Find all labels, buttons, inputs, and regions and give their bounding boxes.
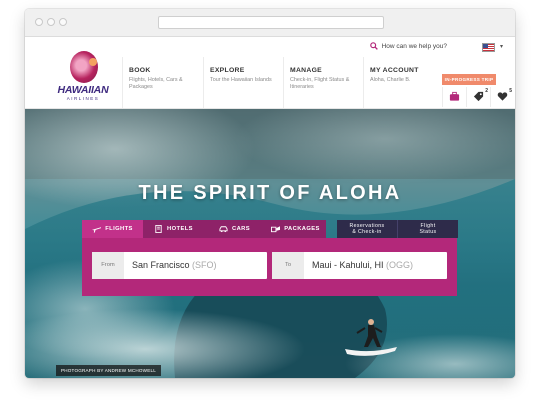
hawaiian-airlines-logo[interactable]: HAWAIIAN AIRLINES <box>43 50 123 106</box>
nav-item-explore[interactable]: EXPLORE Tour the Hawaiian Islands <box>203 57 283 108</box>
trips-button[interactable] <box>442 87 466 107</box>
from-code: (SFO) <box>192 260 217 270</box>
address-bar[interactable] <box>158 16 384 29</box>
deals-count: 2 <box>485 88 488 94</box>
tab-packages[interactable]: PACKAGES <box>265 220 326 238</box>
tab-label-line2: & Check-in <box>352 229 382 235</box>
car-icon <box>219 226 228 233</box>
nav-item-my-account[interactable]: MY ACCOUNT Aloha, Charlie B. <box>363 57 442 108</box>
nav-heading: MY ACCOUNT <box>370 67 419 74</box>
window-maximize-dot[interactable] <box>59 18 67 26</box>
tab-cars[interactable]: CARS <box>204 220 265 238</box>
heart-icon <box>497 92 508 101</box>
browser-chrome <box>25 9 515 37</box>
tab-label-line2: Status <box>419 229 437 235</box>
nav-subtext: Tour the Hawaiian Islands <box>210 77 272 83</box>
nav-heading: EXPLORE <box>210 67 245 74</box>
tab-label: FLIGHTS <box>105 226 133 232</box>
tab-label: CARS <box>231 226 251 232</box>
pualani-logo-icon <box>70 51 98 83</box>
in-progress-trip-button[interactable]: IN-PROGRESS TRIP <box>442 74 496 85</box>
nav-item-book[interactable]: BOOK Flights, Hotels, Cars & Packages <box>122 57 203 108</box>
tab-flight-status[interactable]: Flight Status <box>398 220 458 238</box>
help-link[interactable]: How can we help you? <box>369 42 447 50</box>
hotel-icon <box>155 225 162 233</box>
hero-section: THE SPIRIT OF ALOHA FLIGHTS HOTELS CARS … <box>25 109 515 378</box>
logo-wordmark: HAWAIIAN <box>57 84 109 96</box>
favorites-button[interactable]: 5 <box>490 87 514 107</box>
logo-subtitle: AIRLINES <box>66 96 100 101</box>
chevron-down-icon[interactable]: ▾ <box>500 43 503 50</box>
main-nav: HAWAIIAN AIRLINES BOOK Flights, Hotels, … <box>25 51 515 109</box>
tab-hotels[interactable]: HOTELS <box>143 220 204 238</box>
from-field[interactable]: From San Francisco (SFO) <box>92 252 267 279</box>
to-field[interactable]: To Maui - Kahului, HI (OGG) <box>272 252 447 279</box>
deals-button[interactable]: 2 <box>466 87 490 107</box>
tab-label: PACKAGES <box>284 226 320 232</box>
briefcase-icon <box>449 91 460 101</box>
window-close-dot[interactable] <box>35 18 43 26</box>
nav-heading: MANAGE <box>290 67 323 74</box>
flight-search-panel: From San Francisco (SFO) To Maui - Kahul… <box>82 238 457 296</box>
from-value: San Francisco (SFO) <box>132 252 217 279</box>
tab-flights[interactable]: FLIGHTS <box>82 220 143 238</box>
to-city: Maui - Kahului, HI <box>312 260 384 270</box>
from-label: From <box>92 252 124 279</box>
tab-reservations-check-in[interactable]: Reservations & Check-in <box>337 220 398 238</box>
nav-subtext: Aloha, Charlie B. <box>370 77 411 83</box>
window-minimize-dot[interactable] <box>47 18 55 26</box>
to-value: Maui - Kahului, HI (OGG) <box>312 252 413 279</box>
us-flag-icon[interactable] <box>482 43 495 52</box>
tab-label: HOTELS <box>167 226 193 232</box>
package-icon <box>271 226 281 233</box>
favorites-count: 5 <box>509 88 512 94</box>
booking-tabs: FLIGHTS HOTELS CARS PACKAGES Reservation… <box>82 220 461 238</box>
help-text: How can we help you? <box>381 42 447 50</box>
from-city: San Francisco <box>132 260 190 270</box>
plane-icon <box>92 227 102 233</box>
nav-item-manage[interactable]: MANAGE Check-in, Flight Status & Itinera… <box>283 57 363 108</box>
to-code: (OGG) <box>386 260 414 270</box>
nav-heading: BOOK <box>129 67 151 74</box>
browser-window: How can we help you? ▾ HAWAIIAN AIRLINES… <box>25 9 515 378</box>
to-label: To <box>272 252 304 279</box>
search-icon <box>369 42 378 50</box>
nav-subtext: Flights, Hotels, Cars & Packages <box>129 77 183 90</box>
photo-credit: PHOTOGRAPH BY ANDREW MCHOWELL <box>56 365 161 376</box>
hero-headline: THE SPIRIT OF ALOHA <box>138 182 402 204</box>
nav-subtext: Check-in, Flight Status & Itineraries <box>290 77 350 90</box>
tag-icon <box>473 91 484 102</box>
